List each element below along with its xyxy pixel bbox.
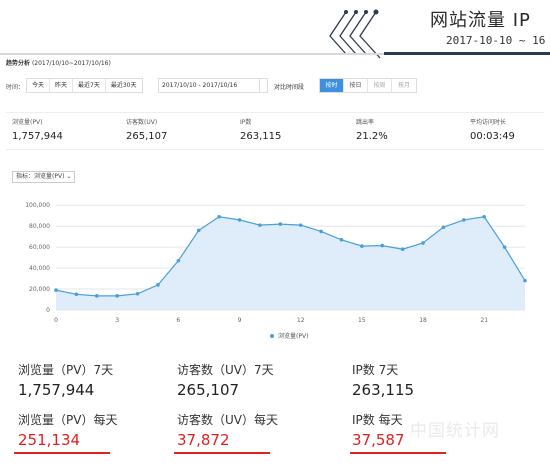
metric-value: 1,757,944: [12, 131, 63, 142]
metric-uv: 访客数(UV) 265,107: [126, 117, 167, 142]
daily-ip-label: IP数 每天: [352, 413, 403, 427]
divider-accent: [384, 52, 550, 55]
pv-trend-chart: 0 20,000 40,000 60,000 80,000 100,000 0 3 6 9 12 15…: [25, 202, 527, 340]
page-date-range: 2017-10-10 ~ 16: [446, 34, 546, 47]
time-toolbar: 时间： 今天 昨天 最近7天 最近30天 2017/10/10 - 2017/1…: [6, 78, 436, 94]
data-point: [74, 292, 79, 297]
chevron-down-icon: ⌄: [66, 173, 72, 180]
granularity-week-button[interactable]: 按周: [368, 79, 392, 92]
date-range-input[interactable]: 2017/10/10 - 2017/10/16: [158, 78, 260, 93]
x-tick-label: 9: [238, 317, 242, 324]
weekly-ip-label: IP数 7天: [352, 363, 399, 377]
data-point: [217, 214, 221, 219]
data-point: [482, 214, 487, 219]
data-point: [258, 223, 262, 227]
daily-pv-underline: [14, 452, 110, 454]
metric-value: 263,115: [240, 131, 282, 142]
x-tick-label: 21: [480, 317, 488, 324]
data-point: [421, 241, 425, 245]
metric-bounce-rate: 跳出率 21.2%: [356, 117, 388, 142]
daily-uv-label: 访客数（UV）每天: [177, 413, 278, 427]
range-7days-button[interactable]: 最近7天: [73, 79, 106, 92]
weekly-pv-value: 1,757,944: [18, 381, 95, 399]
y-tick-label: 60,000: [29, 244, 50, 251]
x-tick-label: 15: [358, 317, 366, 324]
metric-label: 浏览量(PV): [12, 119, 43, 126]
x-tick-label: 12: [297, 317, 305, 324]
granularity-day-button[interactable]: 按日: [344, 79, 368, 92]
time-label: 时间：: [6, 84, 25, 91]
data-point: [502, 245, 507, 249]
page-title: 网站流量 IP: [430, 10, 531, 31]
metric-select-value: 指标：浏览量(PV): [16, 173, 65, 180]
metric-value: 265,107: [126, 131, 168, 142]
daily-ip-value: 37,587: [352, 431, 405, 449]
data-point: [298, 223, 303, 227]
series-area: [56, 216, 525, 310]
data-point: [237, 218, 242, 222]
metric-label: 跳出率: [356, 119, 375, 126]
data-point: [523, 278, 527, 283]
granularity-hour-button[interactable]: 按时: [320, 79, 344, 92]
data-point: [339, 238, 344, 242]
x-tick-label: 18: [419, 317, 427, 324]
data-point: [196, 228, 201, 233]
quick-range-group: 今天 昨天 最近7天 最近30天: [26, 78, 143, 93]
report-banner: 网站流量 IP 2017-10-10 ~ 16: [0, 0, 550, 62]
y-tick-label: 80,000: [29, 223, 50, 230]
y-tick-label: 100,000: [25, 202, 50, 209]
data-point: [115, 294, 119, 298]
daily-pv-value: 251,134: [18, 431, 81, 449]
data-point: [94, 294, 99, 298]
x-tick-label: 3: [115, 317, 119, 324]
daily-uv-value: 37,872: [177, 431, 230, 449]
metric-label: IP数: [240, 119, 252, 126]
data-point: [54, 288, 58, 292]
weekly-uv-value: 265,107: [177, 381, 240, 399]
data-point: [462, 218, 466, 222]
metric-label: 平均访问时长: [470, 119, 507, 126]
metric-select[interactable]: 指标：浏览量(PV) ⌄: [12, 171, 76, 183]
daily-uv-underline: [174, 452, 270, 454]
x-tick-label: 6: [176, 317, 180, 324]
data-point: [319, 229, 323, 234]
data-point: [278, 222, 283, 226]
x-tick-label: 0: [54, 317, 58, 324]
y-tick-label: 0: [46, 307, 50, 314]
range-yesterday-button[interactable]: 昨天: [50, 79, 74, 92]
weekly-pv-label: 浏览量（PV）7天: [18, 363, 114, 377]
granularity-group: 按时 按日 按周 按月: [319, 78, 417, 93]
granularity-month-button[interactable]: 按月: [392, 79, 416, 92]
data-point: [156, 283, 160, 287]
calendar-icon[interactable]: [260, 78, 268, 93]
legend-marker: [270, 334, 274, 338]
metric-value: 00:03:49: [470, 131, 515, 142]
metrics-summary: 浏览量(PV) 1,757,944 访客数(UV) 265,107 IP数 26…: [6, 112, 544, 150]
weekly-uv-label: 访客数（UV）7天: [177, 363, 274, 377]
trend-title: 趋势分析: [6, 60, 31, 67]
metric-avg-duration: 平均访问时长 00:03:49: [470, 117, 515, 142]
y-tick-label: 40,000: [29, 265, 50, 272]
metric-value: 21.2%: [356, 131, 388, 142]
weekly-ip-value: 263,115: [352, 381, 415, 399]
data-point: [380, 243, 385, 248]
data-point: [176, 258, 181, 263]
metric-pv: 浏览量(PV) 1,757,944: [12, 117, 63, 142]
trend-title-range: (2017/10/10~2017/10/16): [31, 60, 111, 67]
data-point: [135, 291, 140, 296]
metric-label: 访客数(UV): [126, 119, 158, 126]
daily-pv-label: 浏览量（PV）每天: [18, 413, 118, 427]
watermark: 中国统计网: [410, 421, 500, 441]
data-point: [441, 225, 446, 230]
y-tick-label: 20,000: [29, 286, 50, 293]
daily-ip-underline: [350, 452, 446, 454]
legend-label: 浏览量(PV): [278, 332, 308, 340]
compare-period-toggle[interactable]: 对比时间段: [274, 82, 304, 91]
range-today-button[interactable]: 今天: [27, 79, 51, 92]
data-point: [400, 247, 405, 252]
metric-ip: IP数 263,115: [240, 117, 281, 142]
trend-analysis-heading: 趋势分析 (2017/10/10~2017/10/16): [6, 58, 111, 67]
range-30days-button[interactable]: 最近30天: [106, 79, 142, 92]
data-point: [360, 244, 364, 248]
